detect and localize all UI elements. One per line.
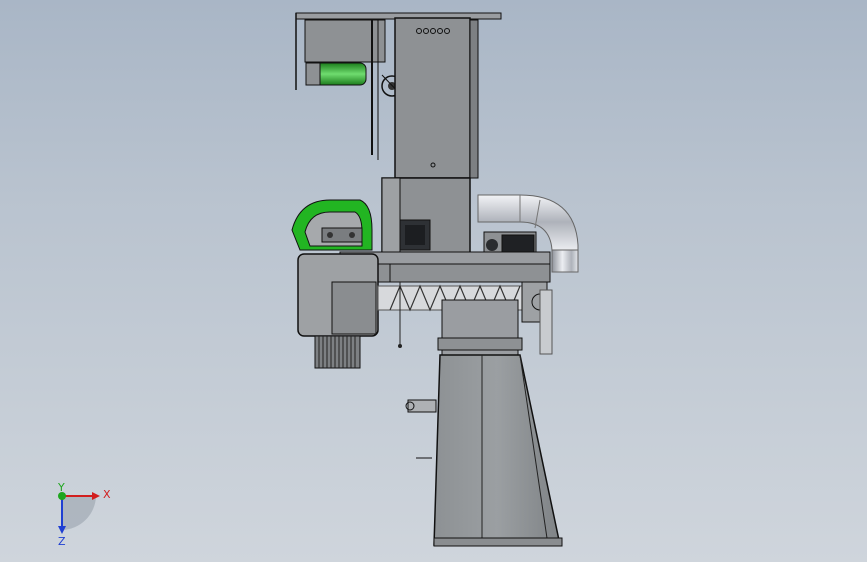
triad-y-label: Y — [57, 481, 65, 494]
center-motor — [399, 219, 431, 251]
triad-z-label: Z — [58, 535, 66, 548]
support-base — [405, 299, 563, 547]
triad-x-label: X — [103, 488, 111, 501]
green-clamp-mechanism — [291, 199, 373, 251]
cad-model-view[interactable]: X Y Z — [0, 0, 867, 562]
green-roller — [305, 62, 405, 99]
cad-graphics-viewport[interactable]: X Y Z — [0, 0, 867, 562]
left-housing — [297, 253, 379, 369]
coordinate-triad: X Y Z — [57, 481, 111, 548]
